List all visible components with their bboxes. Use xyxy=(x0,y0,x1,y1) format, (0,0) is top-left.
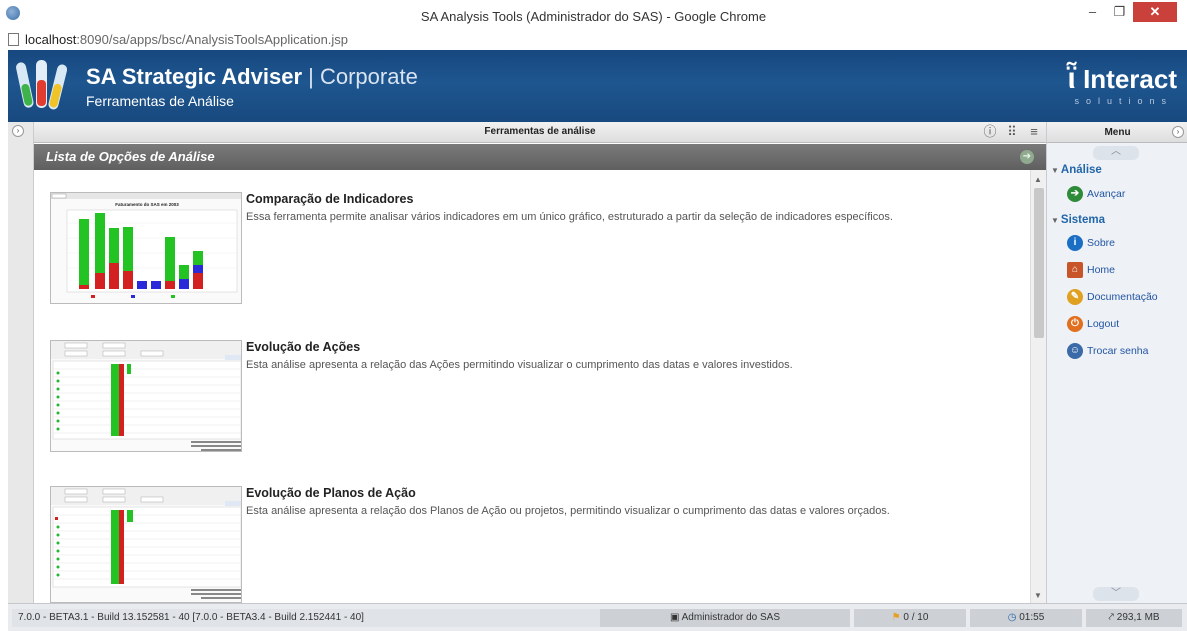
status-bar: 7.0.0 - BETA3.1 - Build 13.152581 - 40 [… xyxy=(8,603,1187,631)
url-text[interactable]: localhost:8090/sa/apps/bsc/AnalysisTools… xyxy=(25,32,348,47)
page-icon xyxy=(8,33,19,46)
clock-icon: ◷ xyxy=(1007,612,1020,623)
section-title: Lista de Opções de Análise xyxy=(46,149,215,164)
sidebar-item-home[interactable]: ⌂ Home xyxy=(1067,262,1115,278)
grid-view-icon[interactable]: ⠿ xyxy=(1004,124,1020,140)
change-password-icon: ☺ xyxy=(1067,343,1083,359)
home-icon: ⌂ xyxy=(1067,262,1083,278)
product-title: SA Strategic Adviser | Corporate xyxy=(86,64,418,89)
thumb-caption: Faturamento do SAS em 2003 xyxy=(115,202,179,207)
left-panel-strip: › xyxy=(8,122,34,603)
section-header: Lista de Opções de Análise ➔ xyxy=(34,144,1046,170)
sidebar-item-trocar-senha[interactable]: ☺ Trocar senha xyxy=(1067,343,1148,359)
sidebar-item-sobre[interactable]: i Sobre xyxy=(1067,235,1115,251)
toolbar-title: Ferramentas de análise xyxy=(484,126,596,137)
sidebar-item-documentacao[interactable]: ✎ Documentação xyxy=(1067,289,1158,305)
sidebar-item-avancar[interactable]: ➔ Avançar xyxy=(1067,186,1125,202)
counter-badge: ⚑ 0 / 10 xyxy=(854,609,966,627)
memory-icon: ⤤ xyxy=(1108,612,1117,623)
sidebar-menu: Menu › ︿ ▼ Análise ➔ Avançar ▼ Sistema i S… xyxy=(1046,122,1187,603)
user-icon: ▣ xyxy=(669,612,682,623)
option-title[interactable]: Evolução de Planos de Ação xyxy=(246,486,416,500)
menu-scroll-down-icon[interactable]: ﹀ xyxy=(1093,587,1139,601)
info-icon: i xyxy=(1067,235,1083,251)
restore-button[interactable]: ❐ xyxy=(1106,2,1133,22)
flag-icon: ⚑ xyxy=(891,612,904,623)
option-description: Esta análise apresenta a relação dos Pla… xyxy=(246,505,890,517)
scrollbar-thumb[interactable] xyxy=(1034,188,1044,338)
expand-left-panel-icon[interactable]: › xyxy=(12,125,24,137)
product-subtitle: Ferramentas de Análise xyxy=(86,93,234,109)
window-title: SA Analysis Tools (Administrador do SAS)… xyxy=(420,9,767,24)
section-forward-icon[interactable]: ➔ xyxy=(1020,150,1034,164)
action-evolution-thumbnail[interactable] xyxy=(50,340,242,452)
test-tubes-logo-icon xyxy=(16,60,68,110)
version-info: 7.0.0 - BETA3.1 - Build 13.152581 - 40 [… xyxy=(12,609,600,627)
option-title[interactable]: Comparação de Indicadores xyxy=(246,192,413,206)
option-description: Esta análise apresenta a relação das Açõ… xyxy=(246,359,793,371)
interact-logo: ῗ Interact solutions xyxy=(1067,62,1178,106)
scroll-up-icon[interactable]: ▲ xyxy=(1034,175,1042,184)
menu-label: Menu xyxy=(1104,127,1131,138)
menu-scroll-up-icon[interactable]: ︿ xyxy=(1093,146,1139,160)
content-scrollbar[interactable]: ▲ ▼ xyxy=(1030,170,1046,603)
content-toolbar: Ferramentas de análise ⓘ ⠿ ≡ xyxy=(34,122,1046,143)
scroll-down-icon[interactable]: ▼ xyxy=(1034,591,1042,600)
sidebar-item-logout[interactable]: ⏻ Logout xyxy=(1067,316,1119,332)
close-button[interactable]: ✕ xyxy=(1133,2,1177,22)
collapse-menu-icon[interactable]: › xyxy=(1172,126,1184,138)
memory-usage: ⤤ 293,1 MB xyxy=(1086,609,1182,627)
browser-title-bar: SA Analysis Tools (Administrador do SAS)… xyxy=(0,0,1187,30)
action-plan-evolution-thumbnail[interactable] xyxy=(50,486,242,603)
group-expanded-icon: ▼ xyxy=(1051,166,1059,175)
indicator-comparison-thumbnail[interactable]: Faturamento do SAS em 2003 xyxy=(50,192,242,304)
option-title[interactable]: Evolução de Ações xyxy=(246,340,360,354)
menu-group-sistema[interactable]: ▼ Sistema xyxy=(1051,214,1105,226)
menu-group-analise[interactable]: ▼ Análise xyxy=(1051,164,1102,176)
menu-header: Menu › xyxy=(1047,122,1187,143)
current-user: ▣ Administrador do SAS xyxy=(600,609,850,627)
option-description: Essa ferramenta permite analisar vários … xyxy=(246,211,893,223)
analysis-options-list: Faturamento do SAS em 2003 Comparação de… xyxy=(34,170,1030,603)
documentation-icon: ✎ xyxy=(1067,289,1083,305)
logout-icon: ⏻ xyxy=(1067,316,1083,332)
group-expanded-icon: ▼ xyxy=(1051,216,1059,225)
session-time: ◷ 01:55 xyxy=(970,609,1082,627)
app-banner: SA Strategic Adviser | Corporate Ferrame… xyxy=(8,50,1187,122)
list-view-icon[interactable]: ≡ xyxy=(1026,124,1042,140)
minimize-button[interactable]: – xyxy=(1079,2,1106,22)
go-arrow-icon: ➔ xyxy=(1067,186,1083,202)
info-icon[interactable]: ⓘ xyxy=(982,124,998,140)
address-bar[interactable]: localhost:8090/sa/apps/bsc/AnalysisTools… xyxy=(0,30,1187,50)
